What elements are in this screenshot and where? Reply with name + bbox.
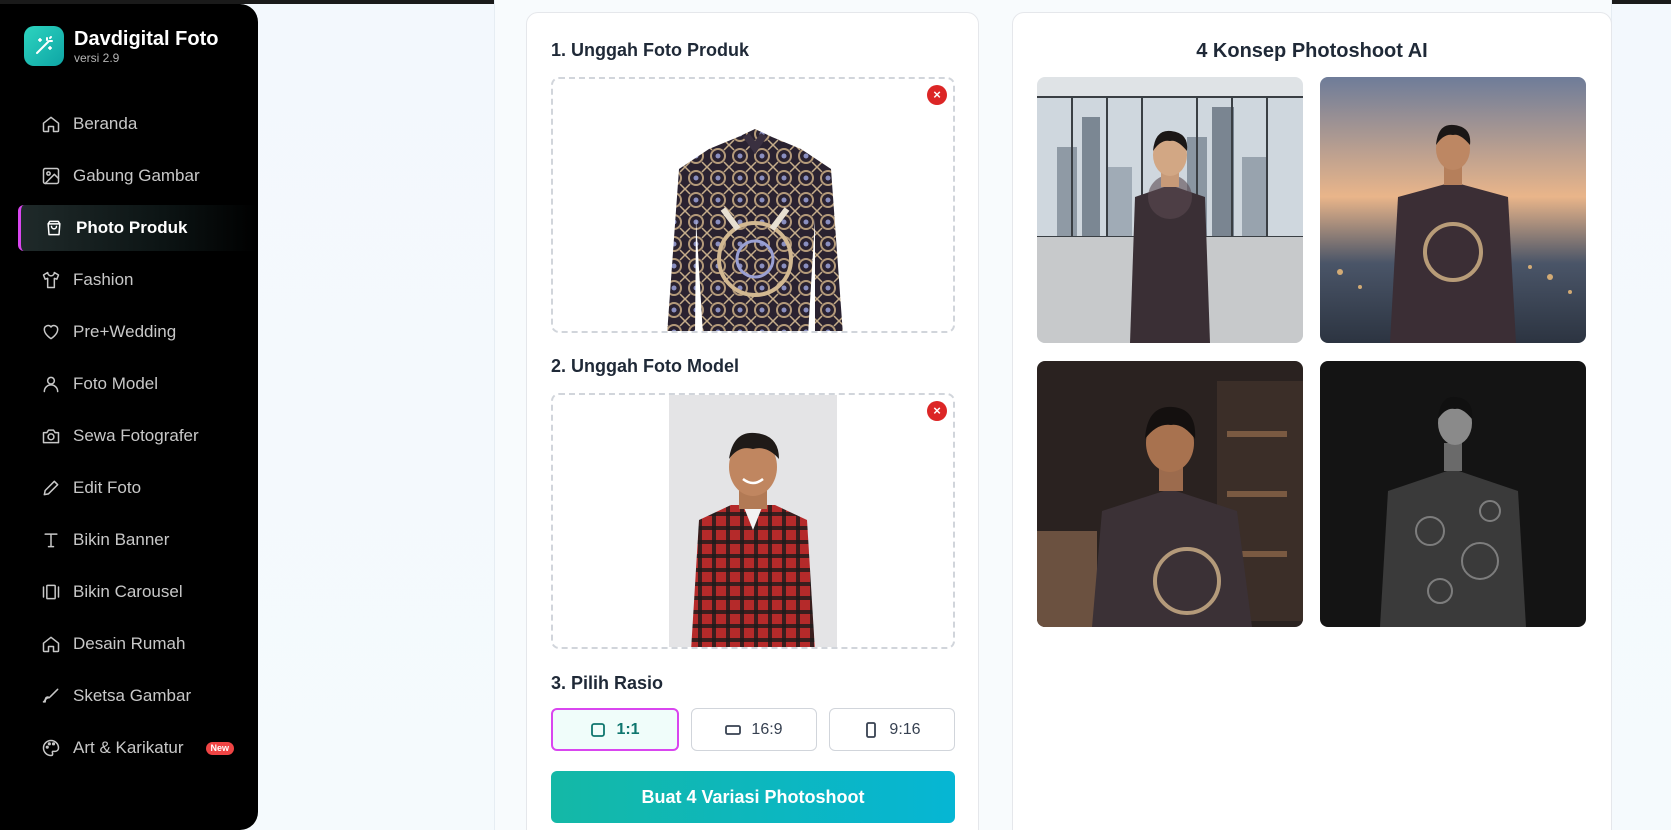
house-icon <box>42 636 60 653</box>
result-photo <box>1037 361 1303 627</box>
sidebar-item-label: Sketsa Gambar <box>73 686 192 705</box>
portrait-icon <box>866 721 877 738</box>
brush-icon <box>42 688 59 703</box>
type-icon <box>44 533 58 548</box>
brand-version: versi 2.9 <box>74 50 120 65</box>
result-photo <box>1320 361 1586 627</box>
upload-product-title: 1. Unggah Foto Produk <box>551 40 749 60</box>
ratio-button-1-1[interactable]: 1:1 <box>551 708 679 751</box>
pencil-icon <box>43 480 59 496</box>
sidebar-item-label: Gabung Gambar <box>73 166 200 185</box>
home-icon <box>42 116 60 133</box>
results-title: 4 Konsep Photoshoot AI <box>1196 40 1428 62</box>
sidebar-item-label: Desain Rumah <box>73 634 186 653</box>
ratio-button-16-9[interactable]: 16:9 <box>691 708 817 751</box>
sidebar-item-gabung-gambar[interactable]: Gabung Gambar <box>0 153 258 199</box>
shopping-bag-icon <box>47 220 61 236</box>
product-image <box>667 129 843 331</box>
result-image-4[interactable] <box>1320 361 1586 627</box>
sidebar-item-art-karikatur[interactable]: Art & Karikatur New <box>0 725 258 771</box>
sidebar-item-sewa-fotografer[interactable]: Sewa Fotografer <box>0 413 258 459</box>
sidebar-item-edit-foto[interactable]: Edit Foto <box>0 465 258 511</box>
sidebar-item-label: Pre+Wedding <box>73 322 177 341</box>
result-image-2[interactable] <box>1320 77 1586 343</box>
ratio-label: 1:1 <box>616 720 640 738</box>
sidebar: Davdigital Foto versi 2.9 Beranda Gabung… <box>0 4 258 830</box>
sidebar-item-desain-rumah[interactable]: Desain Rumah <box>0 621 258 667</box>
upload-model-title: 2. Unggah Foto Model <box>551 356 739 376</box>
magic-wand-icon <box>24 26 64 66</box>
square-icon <box>591 722 606 737</box>
sidebar-item-label: Fashion <box>73 270 134 289</box>
landscape-icon <box>725 724 742 735</box>
user-icon <box>43 376 59 393</box>
camera-icon <box>42 429 60 444</box>
sidebar-item-label: Bikin Banner <box>73 530 170 549</box>
result-photo <box>1320 77 1586 343</box>
remove-model-button[interactable]: × <box>927 401 947 421</box>
ratio-label: 9:16 <box>889 720 921 738</box>
sidebar-item-label: Beranda <box>73 114 138 133</box>
sidebar-item-label: Edit Foto <box>73 478 142 497</box>
sidebar-item-beranda[interactable]: Beranda <box>0 101 258 147</box>
remove-product-button[interactable]: × <box>927 85 947 105</box>
sidebar-item-bikin-carousel[interactable]: Bikin Carousel <box>0 569 258 615</box>
result-image-1[interactable] <box>1037 77 1303 343</box>
shirt-icon <box>42 271 60 289</box>
product-dropzone[interactable]: × <box>551 77 955 333</box>
generate-button[interactable]: Buat 4 Variasi Photoshoot <box>551 771 955 823</box>
sidebar-item-label: Bikin Carousel <box>73 582 183 601</box>
brand[interactable]: Davdigital Foto versi 2.9 <box>24 26 218 66</box>
palette-icon <box>42 739 60 757</box>
model-image <box>669 395 837 647</box>
image-icon <box>42 167 60 185</box>
sidebar-item-label: Sewa Fotografer <box>73 426 199 445</box>
sidebar-item-bikin-banner[interactable]: Bikin Banner <box>0 517 258 563</box>
sidebar-item-sketsa-gambar[interactable]: Sketsa Gambar <box>0 673 258 719</box>
result-image-3[interactable] <box>1037 361 1303 627</box>
result-photo <box>1037 77 1303 343</box>
ratio-button-9-16[interactable]: 9:16 <box>829 708 955 751</box>
sidebar-item-pre-wedding[interactable]: Pre+Wedding <box>0 309 258 355</box>
sidebar-item-foto-model[interactable]: Foto Model <box>0 361 258 407</box>
carousel-icon <box>42 584 60 600</box>
model-dropzone[interactable]: × <box>551 393 955 649</box>
ratio-label: 16:9 <box>751 720 783 738</box>
sidebar-item-label: Photo Produk <box>76 218 188 237</box>
sidebar-item-label: Foto Model <box>73 374 159 393</box>
sidebar-nav: Beranda Gabung Gambar Photo Produk Fashi… <box>0 101 258 777</box>
sidebar-item-label: Art & Karikatur <box>73 738 184 757</box>
ratio-title: 3. Pilih Rasio <box>551 673 664 693</box>
brand-title: Davdigital Foto <box>74 27 219 50</box>
sidebar-item-fashion[interactable]: Fashion <box>0 257 258 303</box>
heart-icon <box>43 324 59 340</box>
ratio-selector: 1:1 16:9 9:16 <box>551 708 955 751</box>
new-badge: New <box>205 741 235 755</box>
sidebar-item-photo-produk[interactable]: Photo Produk <box>18 205 258 251</box>
